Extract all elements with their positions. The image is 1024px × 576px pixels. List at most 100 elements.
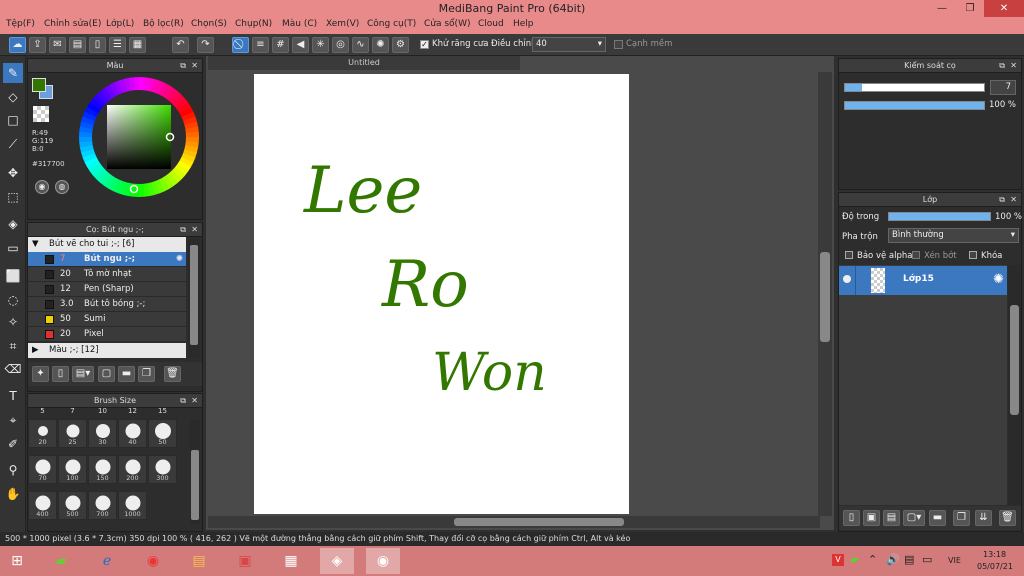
select-pen-icon[interactable]: ⌗ bbox=[3, 336, 23, 356]
brush-menu-icon[interactable]: ▤▾ bbox=[72, 366, 94, 382]
brush-size-header[interactable]: 12 bbox=[118, 407, 147, 415]
menu-filter[interactable]: Bộ lọc(R) bbox=[143, 19, 184, 29]
tray-app-icon[interactable]: ▰ bbox=[850, 553, 858, 566]
circle-snap-icon[interactable]: ◎ bbox=[332, 37, 349, 53]
trash-icon[interactable]: 🗑 bbox=[164, 366, 181, 382]
power-icon[interactable]: ▭ bbox=[922, 553, 932, 566]
brush-tool-icon[interactable]: ✎ bbox=[3, 63, 23, 83]
soft-edge-checkbox[interactable] bbox=[614, 40, 623, 49]
merge-layer-icon[interactable]: ⇊ bbox=[975, 510, 992, 526]
menu-color[interactable]: Màu (C) bbox=[282, 19, 317, 29]
menu-select[interactable]: Chọn(S) bbox=[191, 19, 227, 29]
color-wheel[interactable] bbox=[77, 75, 201, 199]
menu-tools[interactable]: Công cụ(T) bbox=[367, 19, 416, 29]
blend-mode-select[interactable]: Bình thường ▾ bbox=[888, 228, 1019, 243]
grid-icon[interactable]: ▦ bbox=[129, 37, 146, 53]
brush-size-option[interactable]: 70 bbox=[28, 455, 57, 484]
list-icon[interactable]: ☰ bbox=[109, 37, 126, 53]
new-brush-icon[interactable]: ▯ bbox=[52, 366, 69, 382]
adjust-select[interactable]: 40 ▾ bbox=[532, 37, 606, 52]
brush-item[interactable]: 20 Pixel bbox=[28, 327, 186, 342]
comment-icon[interactable]: ✉ bbox=[49, 37, 66, 53]
volume-icon[interactable]: 🔊 bbox=[886, 553, 900, 566]
menu-layer[interactable]: Lớp(L) bbox=[106, 19, 134, 29]
file-explorer-icon[interactable]: ▤ bbox=[182, 548, 216, 574]
duplicate-icon[interactable]: ❐ bbox=[138, 366, 155, 382]
canvas-vscroll[interactable] bbox=[818, 72, 832, 516]
palette-icon[interactable]: ◉ bbox=[35, 180, 49, 194]
scrollbar-thumb[interactable] bbox=[190, 245, 198, 345]
antialias-checkbox[interactable]: ✓ bbox=[420, 40, 429, 49]
brush-size-input[interactable]: 7 bbox=[990, 80, 1016, 95]
maximize-button[interactable]: ❐ bbox=[956, 0, 984, 17]
canvas-paper[interactable]: Lee Ro Won bbox=[254, 74, 629, 514]
popout-icon[interactable]: ⧉ bbox=[999, 193, 1005, 207]
brush-size-option[interactable]: 20 bbox=[28, 419, 57, 448]
select-eraser-icon[interactable]: ⌫ bbox=[3, 359, 23, 379]
brush-item[interactable]: 50 Sumi bbox=[28, 312, 186, 327]
brush-item[interactable]: 7 Bút ngu ;-; ✺ bbox=[28, 252, 186, 267]
brush-size-header[interactable]: 10 bbox=[88, 407, 117, 415]
brush-item[interactable]: 3.0 Bút tô bóng ;-; bbox=[28, 297, 186, 312]
clock-date[interactable]: 05/07/21 bbox=[977, 562, 1013, 571]
eyedropper-tool-icon[interactable]: ⚲ bbox=[3, 460, 23, 480]
gear-icon[interactable]: ✺ bbox=[993, 272, 1004, 287]
language-indicator[interactable]: VIE bbox=[948, 556, 961, 565]
brush-group-1[interactable]: ▼ Bút vẽ cho tui ;-; [6] bbox=[28, 237, 186, 252]
share-icon[interactable]: ⇪ bbox=[29, 37, 46, 53]
ie-icon[interactable]: ℯ bbox=[90, 548, 124, 574]
settings-snap-icon[interactable]: ⚙ bbox=[392, 37, 409, 53]
brush-size-header[interactable]: 15 bbox=[148, 407, 177, 415]
brush-size-option[interactable]: 300 bbox=[148, 455, 177, 484]
brush-list-scrollbar[interactable] bbox=[188, 237, 200, 358]
scrollbar-thumb[interactable] bbox=[820, 252, 830, 342]
brush-size-scrollbar[interactable] bbox=[190, 420, 200, 524]
line-tool-icon[interactable]: ⟋ bbox=[3, 134, 23, 154]
brush-size-option[interactable]: 700 bbox=[88, 491, 117, 520]
divide-tool-icon[interactable]: ✐ bbox=[3, 434, 23, 454]
menu-file[interactable]: Tệp(F) bbox=[6, 19, 35, 29]
brush-size-option[interactable]: 100 bbox=[58, 455, 87, 484]
transform-tool-icon[interactable]: ⬚ bbox=[3, 187, 23, 207]
close-icon[interactable]: ✕ bbox=[191, 59, 198, 73]
close-icon[interactable]: ✕ bbox=[1010, 193, 1017, 207]
paint-icon[interactable]: ◉ bbox=[366, 548, 400, 574]
brush-size-option[interactable]: 150 bbox=[88, 455, 117, 484]
cloud-icon[interactable]: ☁ bbox=[9, 37, 26, 53]
brush-size-option[interactable]: 1000 bbox=[118, 491, 147, 520]
scrollbar-thumb[interactable] bbox=[454, 518, 624, 526]
redo-icon[interactable]: ↷ bbox=[197, 37, 214, 53]
windows-start-icon[interactable]: ⊞ bbox=[0, 548, 34, 574]
popout-icon[interactable]: ⧉ bbox=[999, 59, 1005, 73]
layer-row[interactable]: Lớp15 ✺ bbox=[839, 266, 1007, 295]
network-icon[interactable]: ▤ bbox=[904, 553, 914, 566]
new-halftone-layer-icon[interactable]: ▣ bbox=[863, 510, 880, 526]
eye-icon[interactable] bbox=[843, 275, 851, 283]
brush-item[interactable]: 20 Tô mờ nhạt bbox=[28, 267, 186, 282]
document-icon[interactable]: ▯ bbox=[89, 37, 106, 53]
no-snap-icon[interactable]: ⃠ bbox=[232, 37, 249, 53]
popout-icon[interactable]: ⧉ bbox=[180, 394, 186, 408]
curve-snap-icon[interactable]: ∿ bbox=[352, 37, 369, 53]
new-layer-icon[interactable]: ▯ bbox=[843, 510, 860, 526]
clock-time[interactable]: 13:18 bbox=[983, 550, 1006, 559]
folder-icon[interactable]: ▬ bbox=[929, 510, 946, 526]
layer-list-scrollbar[interactable] bbox=[1008, 265, 1021, 505]
layer-menu-icon[interactable]: ▢▾ bbox=[903, 510, 925, 526]
menu-help[interactable]: Help bbox=[513, 19, 534, 29]
eraser-tool-icon[interactable]: ◇ bbox=[3, 87, 23, 107]
brush-size-option[interactable]: 40 bbox=[118, 419, 147, 448]
new-1bit-layer-icon[interactable]: ▤ bbox=[883, 510, 900, 526]
tray-v-icon[interactable]: V bbox=[832, 554, 844, 566]
brush-size-option[interactable]: 200 bbox=[118, 455, 147, 484]
foreground-color-swatch[interactable] bbox=[32, 78, 46, 92]
app-icon[interactable]: ▰ bbox=[44, 548, 78, 574]
scrollbar-thumb[interactable] bbox=[1010, 305, 1019, 415]
trash-icon[interactable]: 🗑 bbox=[999, 510, 1016, 526]
folder-icon[interactable]: ▬ bbox=[118, 366, 135, 382]
brush-size-option[interactable]: 30 bbox=[88, 419, 117, 448]
cross-snap-icon[interactable]: ✳ bbox=[312, 37, 329, 53]
brush-size-slider[interactable] bbox=[844, 83, 985, 92]
message-icon[interactable]: ▤ bbox=[69, 37, 86, 53]
brush-group-2[interactable]: ▶ Màu ;-; [12] bbox=[28, 343, 186, 358]
